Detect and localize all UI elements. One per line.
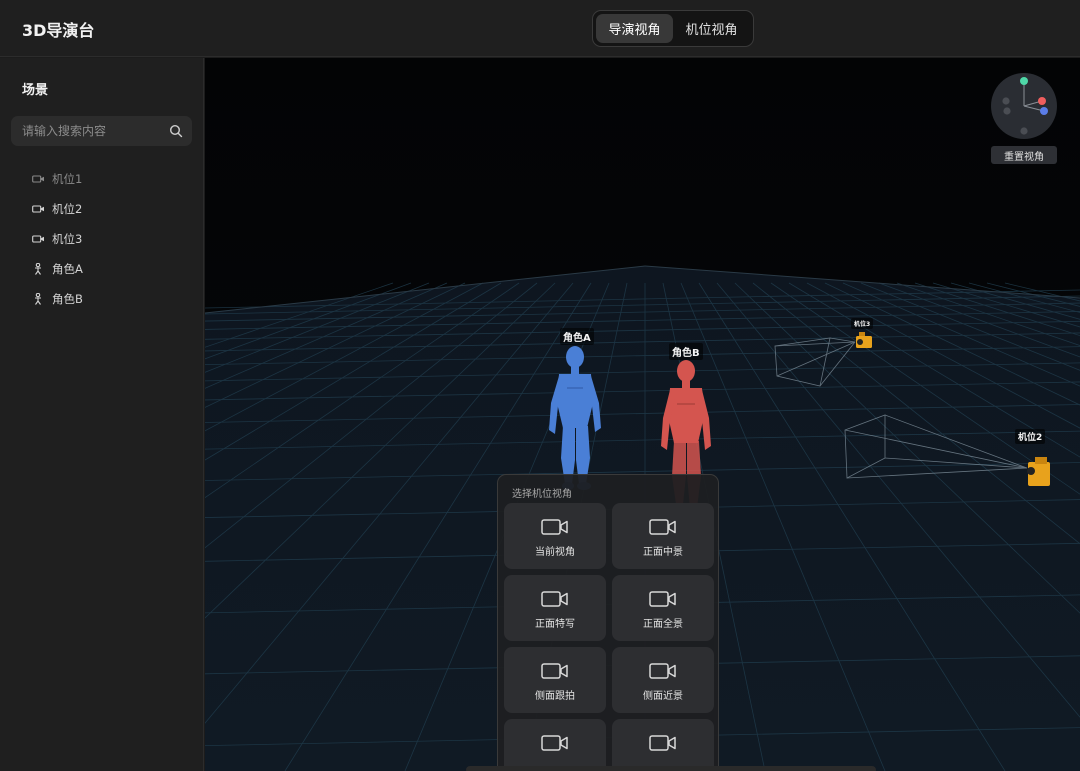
scene-sidebar: 场景 机位1 机位2 机位3 [0,58,204,771]
camera-icon [31,172,45,186]
video-camera-icon [649,663,676,679]
shot-label: 正面全景 [643,619,683,630]
tree-item-label: 机位1 [52,172,83,186]
video-camera-icon [541,519,568,535]
top-bar: 3D导演台 导演视角 机位视角 [0,0,1080,57]
search-icon[interactable] [169,124,183,138]
tree-item-camera-2[interactable]: 机位2 [0,194,204,224]
search-input[interactable] [22,116,162,146]
tree-item-camera-1[interactable]: 机位1 [0,164,204,194]
character-b-label: 角色B [669,343,703,360]
camera-3-label: 机位3 [851,318,874,329]
video-camera-icon [541,735,568,751]
shot-label: 当前视角 [535,547,575,558]
camera-preset-panel: 选择机位视角 当前视角 正面中景正面特写 正面全景侧面跟拍 侧面近景 [497,474,719,771]
orientation-gizmo[interactable] [991,73,1057,139]
tree-item-character-b[interactable]: 角色B [0,284,204,314]
axes-icon [1002,77,1048,135]
camera-icon [31,232,45,246]
3d-viewport[interactable]: 角色A 角色B 机位3 机位2 重置视角 选择机位视角 当前视角 正面中景正面特写… [205,58,1080,771]
tree-item-camera-3[interactable]: 机位3 [0,224,204,254]
shot-card[interactable]: 正面中景 [612,503,714,569]
tab-camera-view[interactable]: 机位视角 [673,14,750,43]
shot-label: 侧面近景 [643,691,683,702]
shot-card[interactable]: 侧面近景 [612,647,714,713]
scene-tree: 机位1 机位2 机位3 角色A 角色B [0,164,204,314]
app-title: 3D导演台 [22,21,95,40]
shot-card[interactable]: 正面特写 [504,575,606,641]
shot-label: 正面特写 [535,619,575,630]
sidebar-title: 场景 [22,83,49,98]
tree-item-character-a[interactable]: 角色A [0,254,204,284]
camera-icon [31,202,45,216]
shot-card[interactable] [612,719,714,770]
tree-item-label: 角色A [52,262,83,276]
tree-item-label: 角色B [52,292,83,306]
shot-grid: 当前视角 正面中景正面特写 正面全景侧面跟拍 侧面近景 [504,503,714,770]
camera-2-label: 机位2 [1015,429,1046,444]
shot-card[interactable] [504,719,606,770]
bottom-toolbar [466,766,876,771]
person-icon [31,292,45,306]
video-camera-icon [649,519,676,535]
view-mode-toggle: 导演视角 机位视角 [592,10,754,47]
shot-card[interactable]: 当前视角 [504,503,606,569]
tab-director-view[interactable]: 导演视角 [596,14,673,43]
panel-title: 选择机位视角 [512,489,572,500]
reset-view-button[interactable]: 重置视角 [991,146,1057,164]
video-camera-icon [541,591,568,607]
shot-label: 侧面跟拍 [535,691,575,702]
character-a-label: 角色A [560,328,594,345]
video-camera-icon [649,735,676,751]
search-box [11,116,192,146]
video-camera-icon [649,591,676,607]
person-icon [31,262,45,276]
shot-label: 正面中景 [643,547,683,558]
tree-item-label: 机位3 [52,232,83,246]
video-camera-icon [541,663,568,679]
shot-card[interactable]: 正面全景 [612,575,714,641]
tree-item-label: 机位2 [52,202,83,216]
shot-card[interactable]: 侧面跟拍 [504,647,606,713]
